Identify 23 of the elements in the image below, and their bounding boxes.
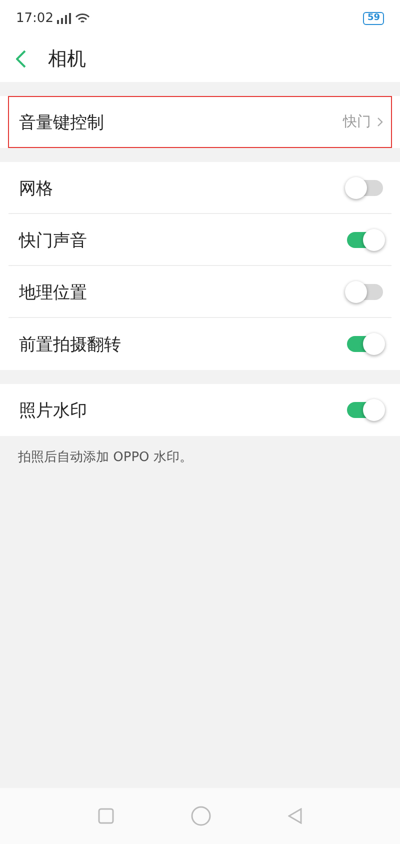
toggle-switch[interactable] <box>347 232 383 248</box>
back-nav-icon[interactable] <box>288 808 302 824</box>
battery-level: 59 <box>363 12 384 24</box>
setting-label: 照片水印 <box>19 400 87 422</box>
section-footnote: 拍照后自动添加 OPPO 水印。 <box>17 449 194 467</box>
wifi-icon <box>75 12 90 24</box>
recents-icon[interactable] <box>98 808 114 824</box>
toggle-switch[interactable] <box>347 402 383 418</box>
setting-label: 快门声音 <box>19 230 87 252</box>
setting-label: 前置拍摄翻转 <box>19 334 121 356</box>
setting-label: 音量键控制 <box>19 112 104 134</box>
setting-value: 快门 <box>343 113 371 131</box>
home-icon[interactable] <box>190 806 211 826</box>
toggle-switch[interactable] <box>347 336 383 352</box>
toggle-switch[interactable] <box>347 180 383 196</box>
status-time: 17:02 <box>16 10 54 26</box>
setting-label: 地理位置 <box>19 282 87 304</box>
page-title: 相机 <box>48 47 86 72</box>
signal-icon <box>57 12 72 24</box>
toggle-switch[interactable] <box>347 284 383 300</box>
chevron-icon <box>377 117 383 127</box>
back-icon <box>16 50 26 68</box>
setting-label: 网格 <box>19 178 53 200</box>
